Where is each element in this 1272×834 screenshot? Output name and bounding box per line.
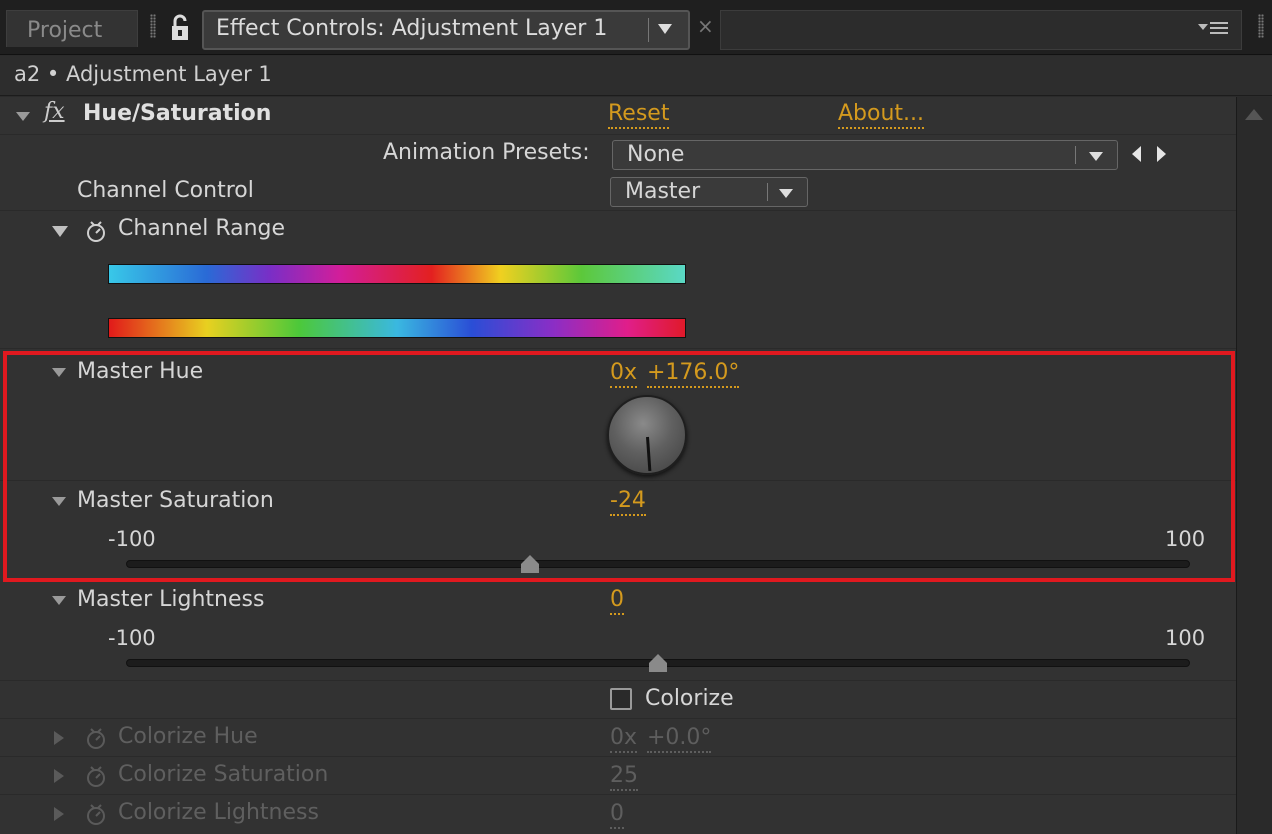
channel-control-label: Channel Control (77, 178, 254, 203)
master-hue-label: Master Hue (77, 359, 204, 384)
channel-control-value: Master (625, 179, 701, 204)
stopwatch-icon[interactable] (85, 764, 107, 788)
colorize-hue-revolutions: 0x (610, 725, 638, 753)
channel-range-top-bar[interactable] (108, 264, 686, 284)
grip-icon[interactable] (1258, 14, 1264, 38)
stopwatch-icon[interactable] (85, 802, 107, 826)
layer-path-label: a2 • Adjustment Layer 1 (14, 62, 272, 86)
effect-header-row: fx Hue/Saturation Reset About... (0, 97, 1236, 135)
master-saturation-slider-thumb[interactable] (521, 555, 540, 573)
channel-range-label: Channel Range (118, 216, 286, 241)
lock-icon[interactable] (166, 13, 194, 43)
close-icon[interactable]: × (697, 14, 714, 38)
twirl-down-icon[interactable] (52, 368, 66, 377)
grip-icon[interactable] (150, 14, 156, 38)
master-lightness-label: Master Lightness (77, 587, 265, 612)
vertical-scrollbar[interactable] (1236, 97, 1272, 834)
master-saturation-label: Master Saturation (77, 488, 274, 513)
twirl-down-icon[interactable] (52, 497, 66, 506)
master-saturation-row: Master Saturation -24 -100 100 (0, 482, 1236, 580)
colorize-hue-degrees: +0.0° (647, 725, 712, 753)
animation-presets-value: None (627, 142, 685, 167)
master-hue-dial[interactable] (607, 395, 687, 475)
colorize-lightness-value: 0 (610, 801, 624, 829)
twirl-down-icon[interactable] (52, 226, 68, 237)
stopwatch-icon[interactable] (85, 219, 107, 243)
panel-menu-icon[interactable] (1198, 20, 1232, 36)
channel-control-row: Channel Control Master (0, 173, 1236, 211)
prev-keyframe-icon[interactable] (1132, 146, 1141, 162)
master-lightness-row: Master Lightness 0 -100 100 (0, 581, 1236, 681)
master-lightness-value[interactable]: 0 (610, 587, 624, 615)
tab-bar-empty-area (720, 10, 1242, 50)
dropdown-arrow-icon[interactable] (658, 24, 672, 34)
master-saturation-max: 100 (1165, 527, 1206, 551)
master-saturation-value[interactable]: -24 (610, 488, 646, 516)
tab-project-label: Project (27, 18, 103, 43)
scroll-up-icon[interactable] (1245, 109, 1263, 120)
stopwatch-icon[interactable] (85, 726, 107, 750)
master-lightness-slider-thumb[interactable] (649, 654, 667, 672)
channel-range-row: Channel Range (0, 211, 1236, 349)
tab-effect-controls-label: Effect Controls: Adjustment Layer 1 (216, 16, 608, 41)
next-keyframe-icon[interactable] (1157, 146, 1166, 162)
animation-presets-dropdown[interactable]: None (612, 140, 1118, 170)
tab-project[interactable]: Project (6, 10, 138, 47)
animation-presets-label: Animation Presets: (383, 140, 590, 165)
colorize-saturation-label: Colorize Saturation (118, 762, 329, 787)
layer-breadcrumb: a2 • Adjustment Layer 1 (0, 56, 1272, 96)
colorize-checkbox[interactable] (610, 688, 632, 710)
colorize-saturation-row: Colorize Saturation 25 (0, 757, 1236, 795)
effect-name: Hue/Saturation (83, 101, 272, 126)
tab-effect-controls[interactable]: Effect Controls: Adjustment Layer 1 (202, 10, 690, 50)
colorize-saturation-value: 25 (610, 763, 638, 791)
master-lightness-min: -100 (108, 626, 156, 650)
twirl-right-icon[interactable] (54, 731, 64, 745)
dropdown-arrow-icon (1089, 152, 1103, 161)
about-link[interactable]: About... (838, 101, 925, 129)
master-saturation-min: -100 (108, 527, 156, 551)
channel-control-dropdown[interactable]: Master (610, 177, 808, 207)
animation-presets-row: Animation Presets: None (0, 135, 1236, 173)
master-lightness-max: 100 (1165, 626, 1206, 650)
master-saturation-slider[interactable] (126, 560, 1190, 568)
twirl-right-icon[interactable] (54, 769, 64, 783)
fx-icon[interactable]: fx (44, 99, 65, 124)
keyframe-nav-icons[interactable] (1130, 144, 1170, 164)
reset-link[interactable]: Reset (608, 101, 670, 129)
twirl-right-icon[interactable] (54, 807, 64, 821)
colorize-hue-row: Colorize Hue 0x +0.0° (0, 719, 1236, 757)
panel-tab-bar: Project Effect Controls: Adjustment Laye… (0, 0, 1272, 55)
twirl-down-icon[interactable] (16, 112, 30, 121)
dropdown-arrow-icon (779, 189, 793, 198)
master-hue-degrees[interactable]: +176.0° (647, 360, 740, 388)
colorize-hue-label: Colorize Hue (118, 724, 258, 749)
master-hue-revolutions[interactable]: 0x (610, 360, 638, 388)
tab-separator (648, 18, 649, 42)
channel-range-bottom-bar[interactable] (108, 318, 686, 338)
colorize-lightness-label: Colorize Lightness (118, 800, 319, 825)
twirl-down-icon[interactable] (52, 596, 66, 605)
colorize-label: Colorize (645, 686, 734, 711)
colorize-lightness-row: Colorize Lightness 0 (0, 795, 1236, 834)
